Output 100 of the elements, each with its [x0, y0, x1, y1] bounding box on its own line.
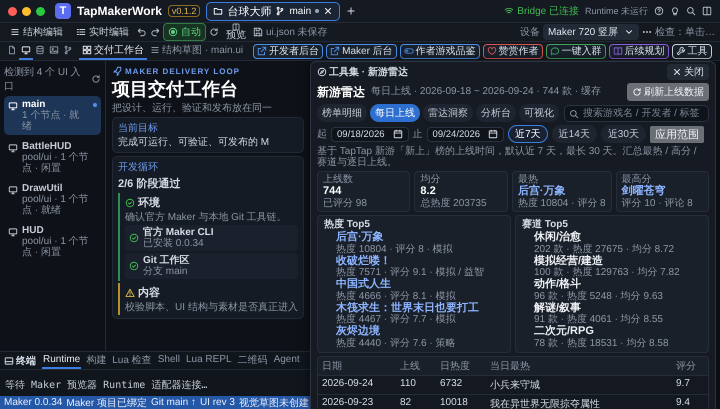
link-button[interactable]: 后续规划 — [608, 44, 669, 58]
monitor-icon — [8, 101, 18, 111]
edit-mode-button[interactable]: 实时编辑 — [71, 23, 134, 41]
link-button[interactable]: 赞赏作者 — [482, 44, 543, 58]
view-tab[interactable]: 榜单明细 — [317, 104, 367, 122]
check-item: Git 工作区 分支 main — [125, 253, 298, 279]
panel-tab[interactable]: 构建 — [85, 352, 108, 369]
search-icon[interactable] — [686, 6, 696, 16]
link-button[interactable]: 作者游戏品鉴 — [400, 44, 480, 58]
preview-button[interactable]: 预览 — [222, 22, 250, 42]
help-icon[interactable] — [654, 6, 664, 16]
date-field[interactable]: 09/24/2026 — [426, 126, 504, 142]
table-cell: 82 — [396, 394, 436, 409]
panel-tab[interactable]: 二维码 — [236, 352, 269, 369]
view-tab[interactable]: 雷达洞察 — [423, 104, 473, 122]
image-icon — [49, 45, 59, 55]
ui-entry-item[interactable]: HUD pool/ui · 1 个节点 · 闲置 — [4, 222, 101, 261]
calendar-icon — [392, 129, 403, 139]
undo-icon[interactable] — [137, 27, 147, 37]
heart-icon — [486, 46, 497, 56]
ranking-detail: 热度 10804 · 评分 8 · 模拟 — [336, 244, 454, 254]
edit-mode-button[interactable]: 结构编辑 — [5, 23, 68, 41]
game-link[interactable]: 灰烬边境 — [336, 325, 504, 338]
range-chip[interactable]: 近14天 — [552, 125, 597, 143]
table-cell: 2026-09-23 — [318, 394, 396, 409]
panel-tab[interactable]: Runtime — [42, 352, 82, 369]
refresh-icon[interactable] — [209, 27, 219, 37]
close-icon[interactable] — [323, 6, 334, 16]
redo-icon[interactable] — [150, 27, 160, 37]
maximize-window-button[interactable] — [36, 6, 45, 16]
link-button[interactable]: Maker 后台 — [326, 44, 397, 58]
stage-title: 环境 — [138, 196, 160, 210]
stage-description: 校验脚本、UI 结构与素材是否真正进入 — [125, 302, 298, 313]
game-link[interactable]: 后宫·万象 — [336, 231, 504, 244]
game-link[interactable]: 中国式人生 — [336, 278, 504, 290]
editor-tab[interactable]: 交付工作台 — [79, 42, 147, 60]
panel-tab[interactable]: Shell — [156, 352, 181, 369]
close-button[interactable]: 关闭 — [667, 64, 709, 80]
panel-icon[interactable] — [702, 6, 712, 16]
save-icon[interactable] — [253, 27, 263, 37]
check-item: 官方 Maker CLI 已安装 0.0.34 — [125, 225, 298, 251]
table-cell: 我在异世界无限掠夺属性 — [486, 394, 672, 409]
ui-entry-item[interactable]: BattleHUD pool/ui · 1 个节点 · 闲置 — [4, 138, 101, 177]
view-tab[interactable]: 可视化 — [519, 104, 559, 122]
auto-toggle[interactable]: 自动 — [163, 23, 206, 41]
bridge-status: Bridge 已连接 — [504, 4, 579, 18]
status-item: Git main ↑ — [150, 397, 196, 408]
table-cell: 9.4 — [672, 394, 708, 409]
range-chip[interactable]: 近7天 — [508, 125, 548, 143]
add-tab-icon[interactable] — [346, 6, 356, 16]
project-tab[interactable]: 台球大师 main — [206, 2, 340, 20]
stat-detail: 热度 10804 · 评分 8 — [518, 198, 606, 209]
game-link[interactable]: 收破烂喽！ — [336, 254, 504, 267]
game-link[interactable]: 木筏求生：世界末日也要打工 — [336, 302, 504, 314]
device-select[interactable]: Maker 720 竖屏 — [542, 24, 639, 40]
table-cell: 110 — [396, 374, 436, 394]
date-field[interactable]: 09/18/2026 — [331, 126, 409, 142]
minimize-window-button[interactable] — [22, 6, 31, 16]
ranking-detail: 202 款 · 热度 27675 · 均分 8.72 — [534, 244, 676, 254]
bulb-icon[interactable] — [670, 6, 680, 16]
folder-icon — [213, 6, 224, 16]
stat-detail: 已评分 98 — [323, 198, 368, 209]
warning-icon — [125, 288, 135, 298]
panel-tab[interactable]: Lua 检查 — [111, 352, 153, 369]
files-icon — [7, 45, 17, 55]
grid-icon — [82, 45, 92, 55]
view-tab[interactable]: 分析台 — [476, 104, 516, 122]
card-label: 开发循环 — [118, 161, 159, 174]
refresh-icon[interactable] — [91, 74, 101, 84]
search-field[interactable]: 搜索游戏名 / 开发者 / 标签 — [564, 104, 709, 122]
stat-detail: 总热度 203735 — [420, 198, 488, 209]
monitor-icon — [8, 227, 18, 237]
page-title: 项目交付工作台 — [112, 79, 239, 100]
link-button[interactable]: 一键入群 — [546, 44, 606, 58]
ranking-detail: 100 款 · 热度 129763 · 均分 7.82 — [534, 267, 681, 278]
link-button[interactable]: 工具 — [672, 44, 712, 58]
refresh-button[interactable]: 刷新上线数据 — [627, 83, 709, 101]
column-header: 当日最热 — [489, 360, 531, 374]
app-logo: T — [55, 3, 71, 19]
database-icon — [35, 45, 45, 55]
column-header: 日热度 — [439, 360, 471, 374]
ranking-detail: 96 款 · 热度 5248 · 均分 9.63 — [534, 290, 664, 302]
view-tab[interactable]: 每日上线 — [370, 104, 420, 122]
external-link-icon — [257, 46, 268, 56]
entry-count: 检测到 4 个 UI 入口 — [4, 66, 82, 93]
ui-entry-item[interactable]: main 1 个节点 · 就绪 — [4, 96, 101, 135]
panel-tab[interactable]: Agent — [272, 352, 301, 369]
card-label: 当前目标 — [118, 122, 159, 135]
ui-entry-item[interactable]: DrawUtil pool/ui · 1 个节点 · 就绪 — [4, 180, 101, 219]
stat-label: 最高分 — [622, 174, 652, 185]
stat-detail: 评分 10 · 评论 8 — [622, 198, 694, 209]
stage-description: 确认官方 Maker 与本地 Git 工具链。 — [125, 212, 288, 223]
range-chip[interactable]: 近30天 — [600, 125, 646, 143]
apply-button[interactable]: 应用范围 — [650, 126, 704, 142]
editor-tab[interactable]: 结构草图 · main.ui — [147, 42, 246, 60]
close-icon — [672, 67, 682, 77]
panel-tab[interactable]: Lua REPL — [184, 352, 233, 369]
link-button[interactable]: 开发者后台 — [253, 44, 324, 58]
close-window-button[interactable] — [8, 6, 17, 16]
section-heading: 新游雷达 — [317, 85, 365, 99]
